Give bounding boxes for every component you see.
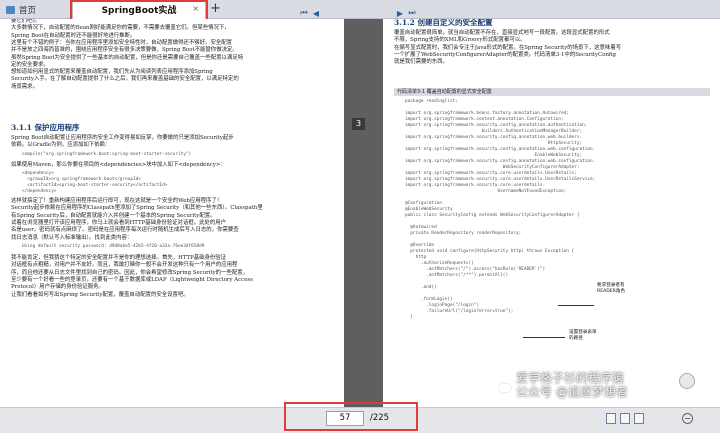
body-text-line: 对话框有点粗糙，对用户并不友好。而且，我敢打赌你一般不会开发这种只有一个用户的应… [11, 262, 238, 269]
body-text-line: 并不是放之四海而皆准的，围绕应用程序安全有很多决策要做，Spring Boot不… [11, 47, 238, 54]
body-text-line: 一个扩展了WebSecurityConfigurerAdapter的配置类。代码… [394, 51, 616, 58]
code-gradle: compile("org.springframework.boot:spring… [22, 152, 192, 157]
body-text-line: 定的安全要求。 [11, 61, 49, 68]
listing-title: 代码清单3-1 覆盖自动配置的显式安全配置 [394, 88, 710, 96]
body-text-line: Protocol）用户存储的身份验证服务。 [11, 284, 104, 291]
tab-active-label: SpringBoot实战 [101, 6, 177, 16]
annotation-login-path: 设置登录表单 的路径 [569, 330, 597, 341]
body-text-line: Security起步依赖在应用程序的Classpath里添加了Spring Se… [11, 205, 263, 212]
page-gutter-marker: 3 [352, 118, 365, 130]
continuous-view-icon[interactable] [634, 413, 644, 424]
next-page-icon[interactable]: ▶ [394, 7, 406, 19]
body-text-line: 让我们看看如何写出Spring Security配置，覆盖自动配置的安全设置吧。 [11, 291, 189, 298]
body-text-line: Spring Boot在自动配置时还不能很好地进行推断。 [11, 32, 136, 39]
body-text-line: 虽然Spring Boot为安全提供了一些基本的自动配置，但是你还是需要自己覆盖… [11, 54, 244, 61]
watermark: 爱学格子衫的程序猿 公众号 @追逐梦想者 [516, 371, 628, 399]
body-text-line: 试着在浏览器里打开该应用程序，你马上就会看到HTTP基础身份验证对话框。此处的用… [11, 219, 227, 226]
page-total: /225 [370, 413, 390, 423]
first-page-icon[interactable]: ⏮ [298, 7, 310, 19]
page-navigation: ⏮ ◀ [298, 6, 322, 20]
body-text-line: 场景需求。 [11, 83, 38, 90]
body-text-line: 找日志消息（默认写入标准输出）。找到此类内容： [11, 234, 133, 241]
zoom-out-icon[interactable]: − [682, 413, 693, 424]
prev-page-icon[interactable]: ◀ [310, 7, 322, 19]
last-page-icon[interactable]: ⏭ [406, 7, 418, 19]
two-page-view-icon[interactable] [620, 413, 630, 424]
annotation-reader-role: 要求登录者有 READER角色 [597, 283, 626, 294]
tab-springboot-document[interactable]: SpringBoot实战 × [72, 0, 206, 19]
tab-close-icon[interactable]: × [192, 4, 199, 13]
tab-bar: 首页 SpringBoot实战 × + [0, 0, 720, 19]
wechat-icon [498, 383, 512, 393]
side-panel-toggle-icon[interactable] [679, 373, 695, 389]
body-text-line: 在编写显式配置时，我们会专注于Java形式的配置。在Spring Securit… [394, 44, 622, 51]
body-text-line: 这里有个不错的例子：当你在应用程序里添加安全特性时，自动配置做得还不够好。安全配… [11, 39, 233, 46]
body-text-line: 大多数情况下，自动配置的Bean刚好能满足你的需要，不需要去覆盖它们。但某些情况… [11, 25, 230, 32]
body-text-line: 不限，Spring支持的XML和Groovy形式配置都可以。 [394, 37, 526, 44]
home-icon [6, 5, 15, 14]
annotation-arrow-2 [523, 337, 565, 338]
tab-home-label: 首页 [19, 5, 37, 16]
code-maven: <dependency> <groupId>org.springframewor… [22, 171, 168, 194]
body-text-line: 依赖。以Gradle为例，应添加如下依赖： [11, 142, 111, 149]
body-text-line: 名是user，密码就有点麻烦了。密码是在应用程序每次运行时随机生成后写入日志的，… [11, 227, 239, 234]
listing-code: package readinglist; import org.springfr… [405, 99, 596, 320]
section-heading-left: 3.1.1 保护应用程序 [11, 123, 80, 132]
body-text-line: 序，而且他还要从日志文件里找到自己的密码。因此，你会希望修改Spring Sec… [11, 269, 249, 276]
new-tab-button[interactable]: + [210, 1, 221, 16]
left-page[interactable]: 要它们吧)。 大多数情况下，自动配置的Bean刚好能满足你的需要，不需要去覆盖它们… [0, 19, 344, 407]
annotation-arrow-1 [558, 305, 594, 306]
body-text-line: 如果使用Maven，那么你要在项目的<dependencies>块中加入如下<d… [11, 162, 226, 168]
page-number-input[interactable]: 57 [326, 411, 364, 426]
page-navigation-forward: ▶ ⏭ [394, 6, 418, 20]
pdf-reader-window: 首页 SpringBoot实战 × + 要它们吧)。 大多数情况下，自动配置的Be… [0, 0, 720, 433]
body-text-line: 至少要有一个好看一些的登录页，还要有一个基于数据库或LDAP（Lightweig… [11, 276, 253, 283]
body-text-line: 就是我们需要的东西。 [394, 59, 448, 66]
single-page-view-icon[interactable] [606, 413, 616, 424]
right-page[interactable]: 3.1.2 创建自定义的安全配置 代码清单3-1 覆盖自动配置的显式安全配置 p… [383, 19, 720, 407]
tab-home[interactable]: 首页 [0, 0, 68, 19]
section-heading-right: 3.1.2 创建自定义的安全配置 [394, 19, 493, 27]
code-password: Using default security password: d9d8abe… [22, 244, 205, 249]
body-text-line: Security入手。在了解自动配置提供了什么之后，我们再来覆盖基础的安全配置，… [11, 76, 239, 83]
body-text-line: 有Spring Security后，自动配置就能介入并创建一个基本的Spring… [11, 212, 216, 219]
